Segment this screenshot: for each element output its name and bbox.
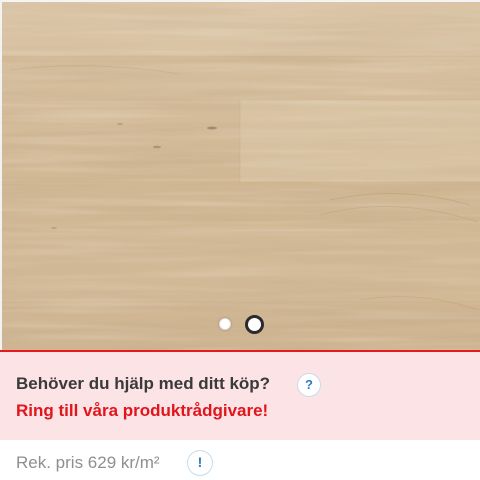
carousel-dot-1[interactable] (219, 318, 231, 330)
product-page: Behöver du hjälp med ditt köp? ? Ring ti… (0, 0, 480, 480)
question-circle-icon[interactable]: ? (297, 373, 321, 397)
oak-floor-image (0, 0, 480, 350)
help-banner: Behöver du hjälp med ditt köp? ? Ring ti… (0, 350, 480, 440)
recommended-price: Rek. pris 629 kr/m² (16, 453, 160, 472)
carousel-pagination (0, 314, 480, 334)
info-circle-icon[interactable]: ! (187, 450, 213, 476)
frame-divider (0, 0, 2, 350)
call-advisors-link[interactable]: Ring till våra produktrådgivare! (16, 401, 268, 421)
price-row: Rek. pris 629 kr/m² ! (0, 440, 480, 480)
product-image-carousel[interactable] (0, 0, 480, 350)
frame-divider (0, 0, 480, 2)
carousel-dot-2-active[interactable] (245, 315, 264, 334)
help-question-text: Behöver du hjälp med ditt köp? (16, 374, 271, 393)
